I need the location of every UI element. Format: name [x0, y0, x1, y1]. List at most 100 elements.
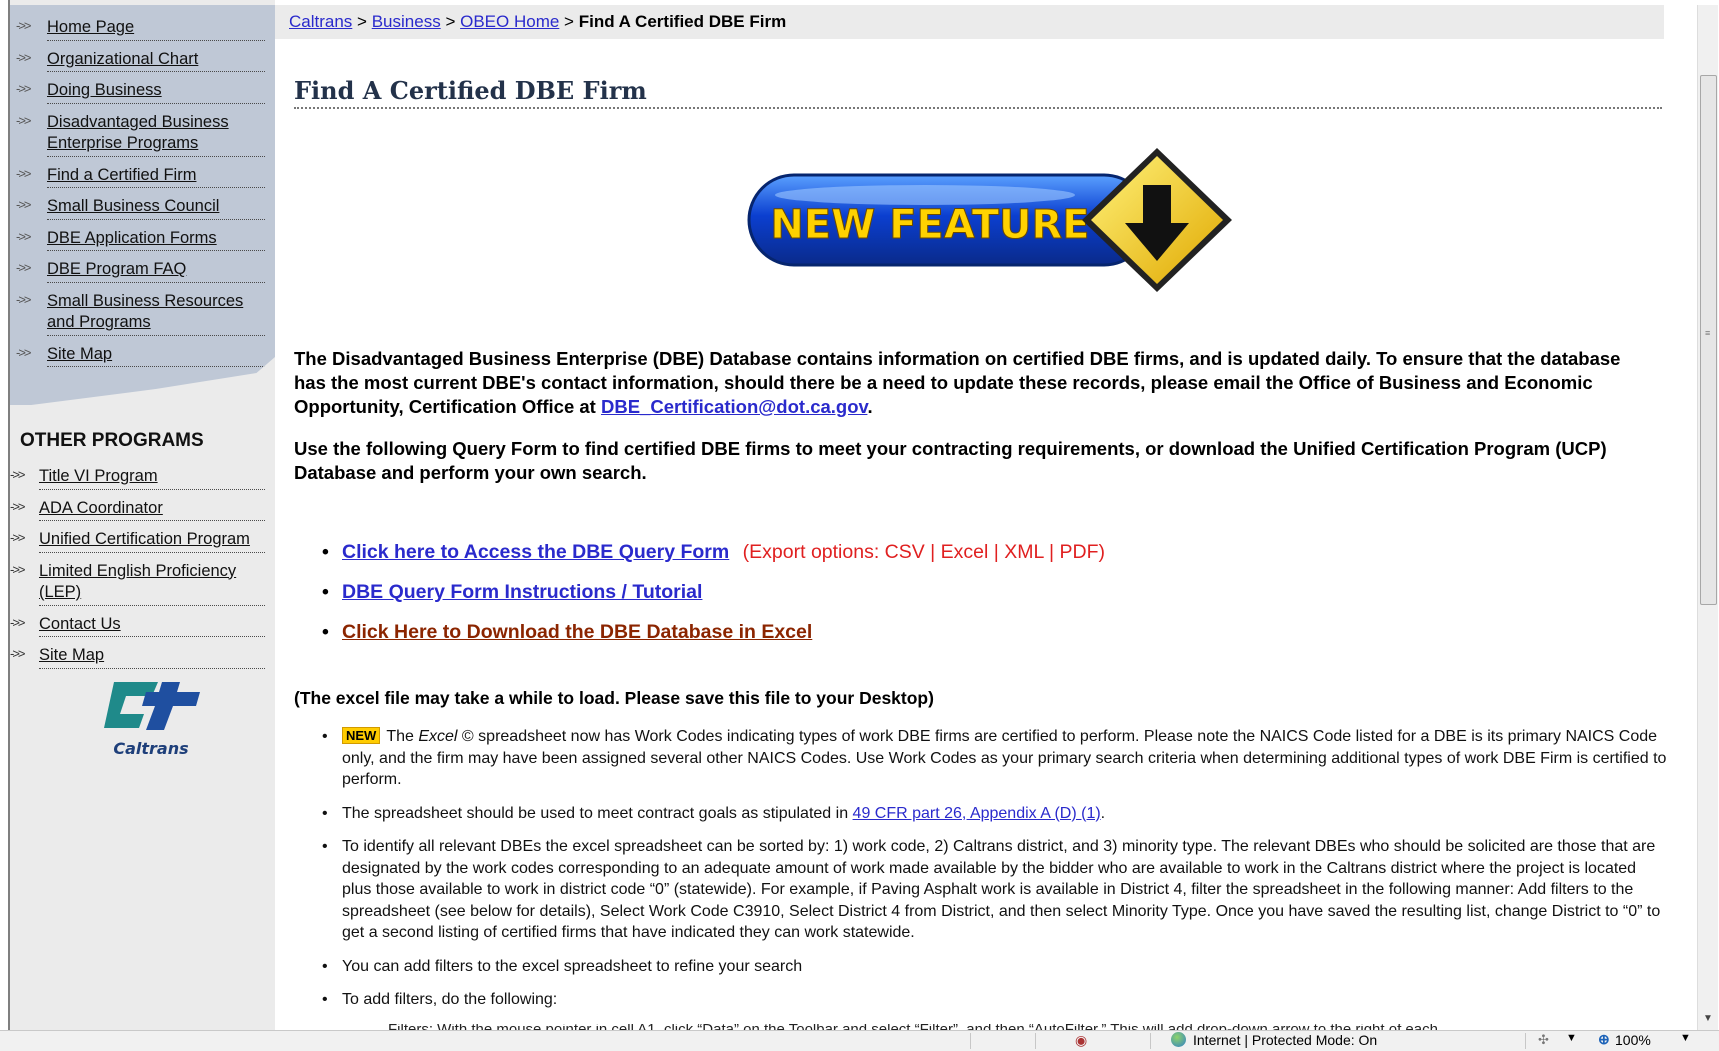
- op-item-ucp[interactable]: ->> Unified Certification Program: [8, 529, 275, 553]
- nav-item-home[interactable]: ->> Home Page: [10, 17, 275, 41]
- primary-nav: ->> Home Page ->> Organizational Chart ->>…: [10, 17, 275, 375]
- caltrans-logo[interactable]: Caltrans: [96, 678, 206, 762]
- op-item-contact[interactable]: ->> Contact Us: [8, 614, 275, 637]
- nav-link[interactable]: Doing Business: [47, 80, 265, 104]
- note-text: The spreadsheet should be used to meet c…: [342, 804, 853, 822]
- privacy-eye-icon[interactable]: ◉: [1075, 1032, 1087, 1049]
- status-divider: [1150, 1033, 1151, 1049]
- security-zone[interactable]: Internet | Protected Mode: On: [1193, 1032, 1377, 1048]
- list-item: • Click here to Access the DBE Query For…: [322, 538, 1622, 578]
- op-item-title-vi[interactable]: ->> Title VI Program: [8, 466, 275, 490]
- notes-list: • NEW The Excel © spreadsheet now has Wor…: [322, 726, 1667, 1023]
- nav-item-resources[interactable]: ->> Small Business Resources and Programs: [10, 291, 275, 336]
- cfr-link[interactable]: 49 CFR part 26, Appendix A (D) (1): [853, 805, 1101, 822]
- nav-item-small-business-council[interactable]: ->> Small Business Council: [10, 196, 275, 220]
- bullet: •: [322, 581, 329, 603]
- bullet: •: [322, 838, 328, 855]
- nav-arrow-icon: ->>: [16, 344, 31, 360]
- nav-item-site-map[interactable]: ->> Site Map: [10, 344, 275, 367]
- instructions-link[interactable]: DBE Query Form Instructions / Tutorial: [342, 581, 702, 603]
- intro-text: The Disadvantaged Business Enterprise (D…: [294, 348, 1621, 417]
- op-link[interactable]: Unified Certification Program: [39, 529, 265, 553]
- list-item: • You can add filters to the excel sprea…: [322, 956, 1667, 978]
- note-text: To add filters, do the following:: [342, 991, 558, 1008]
- list-item: • Click Here to Download the DBE Databas…: [322, 618, 1622, 658]
- query-form-link[interactable]: Click here to Access the DBE Query Form: [342, 541, 729, 563]
- list-item: • The spreadsheet should be used to meet…: [322, 803, 1667, 825]
- list-item: • DBE Query Form Instructions / Tutorial: [322, 578, 1622, 618]
- nav-item-application-forms[interactable]: ->> DBE Application Forms: [10, 228, 275, 251]
- note-text: .: [1100, 804, 1106, 822]
- status-divider: [970, 1033, 971, 1049]
- zoom-icon[interactable]: ⊕: [1598, 1031, 1610, 1048]
- list-item: • To add filters, do the following:: [322, 989, 1667, 1011]
- nav-item-dbe-programs[interactable]: ->> Disadvantaged Business Enterprise Pro…: [10, 112, 275, 157]
- status-bar: ◉ Internet | Protected Mode: On ✣ ▼ ⊕ 10…: [0, 1030, 1719, 1051]
- nav-link[interactable]: Find a Certified Firm: [47, 165, 265, 188]
- nav-link[interactable]: Small Business Resources and Programs: [47, 291, 265, 336]
- vertical-scrollbar[interactable]: ≡ ▼: [1697, 5, 1718, 1030]
- nav-arrow-icon: ->>: [10, 646, 25, 661]
- breadcrumb-link-business[interactable]: Business: [372, 12, 441, 31]
- status-divider: [1035, 1033, 1036, 1049]
- export-options: (Export options: CSV | Excel | XML | PDF…: [742, 541, 1106, 563]
- breadcrumb-link-obeo[interactable]: OBEO Home: [460, 12, 559, 31]
- breadcrumb-separator: >: [564, 12, 574, 31]
- nav-link[interactable]: DBE Program FAQ: [47, 259, 265, 283]
- breadcrumb-separator: >: [445, 12, 456, 31]
- nav-link[interactable]: Site Map: [47, 344, 265, 367]
- nav-panel: ->> Home Page ->> Organizational Chart ->>…: [10, 5, 275, 405]
- adjust-icon[interactable]: ✣: [1538, 1032, 1549, 1048]
- chevron-down-icon[interactable]: ▼: [1680, 1032, 1691, 1044]
- breadcrumb-link-caltrans[interactable]: Caltrans: [289, 12, 352, 31]
- breadcrumb-current: Find A Certified DBE Firm: [578, 12, 787, 31]
- bullet: •: [322, 728, 328, 745]
- use-paragraph: Use the following Query Form to find cer…: [294, 438, 1607, 483]
- nav-arrow-icon: ->>: [10, 530, 25, 545]
- note-text: To identify all relevant DBEs the excel …: [342, 838, 1661, 941]
- note-text: The: [386, 728, 419, 745]
- breadcrumb-separator: >: [357, 12, 367, 31]
- excel-note: (The excel file may take a while to load…: [294, 688, 934, 708]
- op-link[interactable]: Limited English Proficiency (LEP): [39, 561, 265, 606]
- nav-link[interactable]: Organizational Chart: [47, 49, 265, 72]
- nav-link[interactable]: Disadvantaged Business Enterprise Progra…: [47, 112, 265, 157]
- nav-link[interactable]: DBE Application Forms: [47, 228, 265, 251]
- bullet: •: [322, 804, 328, 822]
- banner-text: NEW FEATURE: [770, 202, 1089, 248]
- nav-item-find-firm[interactable]: ->> Find a Certified Firm: [10, 165, 275, 188]
- nav-arrow-icon: ->>: [10, 614, 25, 630]
- nav-item-faq[interactable]: ->> DBE Program FAQ: [10, 259, 275, 283]
- nav-arrow-icon: ->>: [16, 49, 31, 65]
- scrollbar-thumb[interactable]: ≡: [1700, 75, 1717, 605]
- list-item: • To identify all relevant DBEs the exce…: [322, 836, 1667, 944]
- op-item-lep[interactable]: ->> Limited English Proficiency (LEP): [8, 561, 275, 606]
- breadcrumb: Caltrans > Business > OBEO Home > Find A…: [275, 5, 1664, 39]
- new-badge: NEW: [342, 727, 381, 744]
- query-links: • Click here to Access the DBE Query For…: [322, 538, 1622, 658]
- nav-arrow-icon: ->>: [16, 112, 31, 128]
- new-feature-banner: NEW FEATURE: [747, 148, 1232, 292]
- op-item-site-map[interactable]: ->> Site Map: [8, 645, 275, 669]
- nav-item-org-chart[interactable]: ->> Organizational Chart: [10, 49, 275, 72]
- op-link[interactable]: ADA Coordinator: [39, 498, 265, 521]
- scroll-down-icon[interactable]: ▼: [1703, 1013, 1713, 1024]
- chevron-down-icon[interactable]: ▼: [1566, 1032, 1577, 1044]
- nav-arrow-icon: ->>: [16, 291, 31, 307]
- zoom-level[interactable]: 100%: [1615, 1032, 1651, 1048]
- op-link[interactable]: Site Map: [39, 645, 265, 669]
- download-excel-link[interactable]: Click Here to Download the DBE Database …: [342, 621, 812, 643]
- nav-arrow-icon: ->>: [16, 165, 31, 181]
- op-link[interactable]: Title VI Program: [39, 466, 265, 490]
- nav-link[interactable]: Home Page: [47, 17, 265, 41]
- nav-arrow-icon: ->>: [10, 467, 25, 482]
- nav-link[interactable]: Small Business Council: [47, 196, 265, 220]
- op-link[interactable]: Contact Us: [39, 614, 265, 637]
- nav-arrow-icon: ->>: [16, 197, 31, 212]
- nav-arrow-icon: ->>: [10, 561, 25, 577]
- nav-item-doing-business[interactable]: ->> Doing Business: [10, 80, 275, 104]
- other-programs-list: ->> Title VI Program ->> ADA Coordinator -…: [8, 466, 275, 677]
- op-item-ada[interactable]: ->> ADA Coordinator: [8, 498, 275, 521]
- email-link[interactable]: DBE_Certification@dot.ca.gov: [601, 396, 867, 417]
- nav-arrow-icon: ->>: [16, 228, 31, 244]
